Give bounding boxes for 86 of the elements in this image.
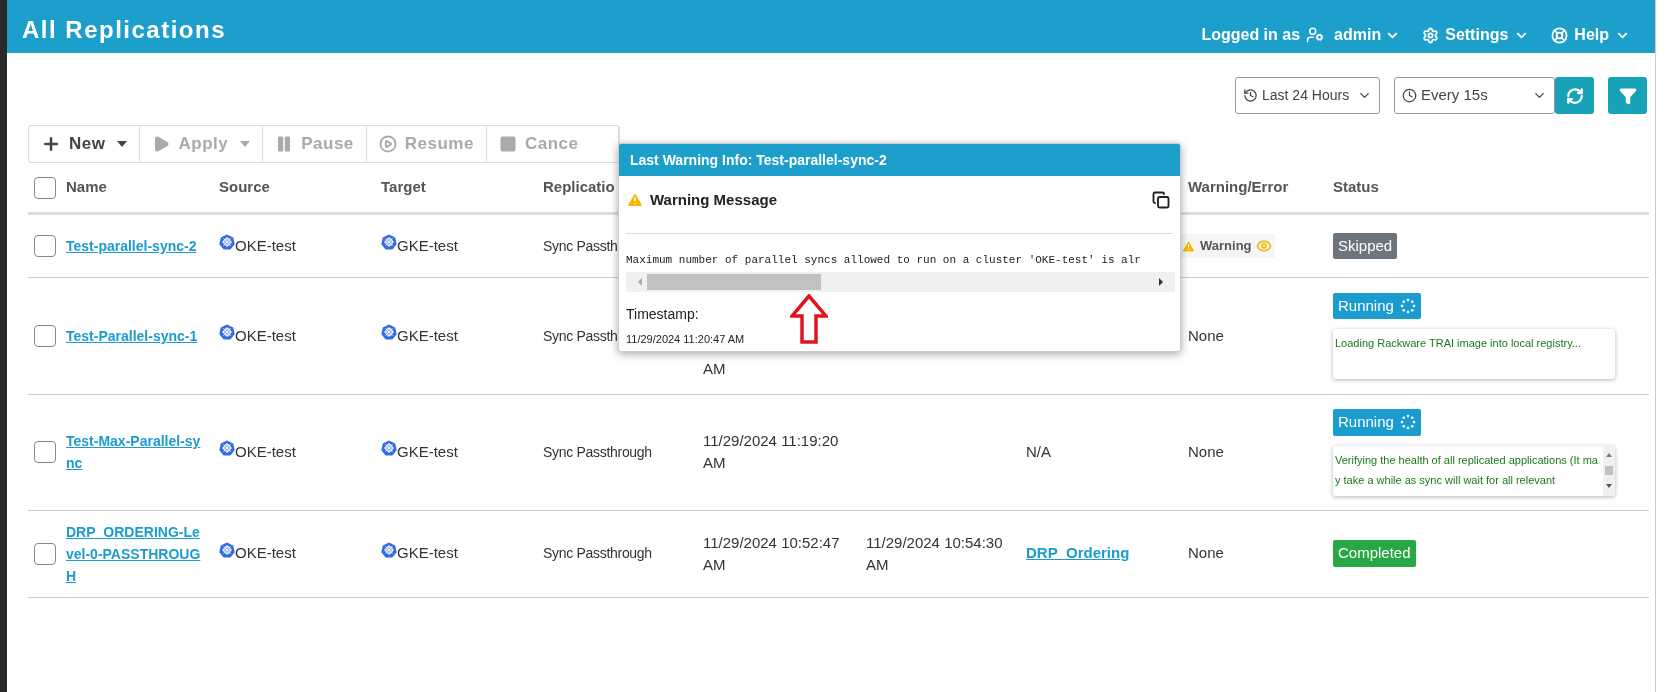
helm-wheel-icon — [219, 324, 235, 340]
filter-icon — [1618, 86, 1637, 105]
timestamp-label: Timestamp: — [626, 305, 700, 324]
column-header: Source — [219, 177, 270, 198]
target-cell-text: GKE-test — [397, 235, 458, 256]
scrollbar — [1603, 445, 1615, 496]
status-badge: Completed — [1333, 540, 1416, 567]
page-title: All Replications — [22, 15, 227, 45]
target-cell-text: GKE-test — [397, 325, 458, 346]
stop-icon — [498, 135, 517, 153]
column-header: Name — [66, 177, 107, 198]
eye-icon — [1255, 238, 1272, 254]
settings-icon — [1422, 26, 1440, 44]
replication-type-cell: Sync Passthrough — [543, 545, 652, 562]
source-cell-text: OKE-test — [235, 235, 296, 256]
status-badge: Skipped — [1333, 232, 1398, 260]
warning-message: Maximum number of parallel syncs allowed to run on a cluster 'OKE-test' is alr — [626, 254, 1141, 266]
status-badge: Running — [1333, 292, 1421, 320]
up-arrow-icon — [790, 294, 828, 344]
filter-button[interactable] — [1608, 77, 1647, 114]
popup-title: Last Warning Info: Test-parallel-sync-2 — [630, 150, 887, 170]
history-icon — [1243, 88, 1258, 103]
replication-link[interactable]: Test-Parallel-sync-1 — [66, 325, 206, 347]
helm-wheel-icon — [381, 440, 397, 457]
clock-icon — [1402, 88, 1417, 103]
spinner-icon — [1399, 414, 1416, 431]
status-badge: Running — [1333, 409, 1421, 436]
user-menu[interactable]: admin — [1334, 23, 1401, 47]
start-time-cell-text: AM — [703, 359, 727, 379]
user-icon — [1306, 26, 1325, 44]
policy-cell: N/A — [1026, 443, 1051, 460]
column-header: Replicatio — [543, 177, 615, 198]
helm-wheel-icon — [381, 234, 397, 250]
status-message: Verifying the health of all replicated applications (It may take a while as sync will wait for all relevant — [1334, 452, 1599, 488]
checkbox[interactable] — [34, 441, 56, 464]
replication-link[interactable]: DRP_ORDERING-Level-0-PASSTHROUGH — [66, 520, 206, 587]
play-circle-icon — [378, 135, 397, 153]
end-time-cell-text: 11/29/2024 10:54:30 AM — [866, 532, 1004, 575]
time-range-select[interactable]: Last 24 Hours — [1235, 77, 1380, 114]
column-header: Warning/Error — [1188, 177, 1289, 198]
helm-wheel-icon — [219, 234, 235, 250]
checkbox[interactable] — [34, 325, 56, 347]
refresh-icon — [1565, 86, 1584, 105]
lifebuoy-icon — [1551, 26, 1569, 44]
target-cell-text: GKE-test — [397, 442, 458, 462]
replication-type-cell: Sync Passthrough — [543, 444, 652, 460]
helm-wheel-icon — [219, 541, 235, 558]
replication-link[interactable]: Test-parallel-sync-2 — [66, 235, 206, 257]
target-cell-text: GKE-test — [397, 543, 458, 564]
logged-in-label: Logged in as — [1201, 25, 1301, 45]
source-cell-text: OKE-test — [235, 543, 296, 564]
replication-type-cell: Sync Passth — [543, 237, 618, 254]
column-header: Target — [381, 177, 426, 198]
plus-icon — [41, 134, 61, 154]
refresh-button[interactable] — [1555, 77, 1594, 114]
settings-menu[interactable]: Settings — [1422, 23, 1530, 47]
column-header: Status — [1333, 177, 1379, 198]
caret-icon — [117, 141, 128, 147]
source-cell-text: OKE-test — [235, 442, 296, 462]
help-menu[interactable]: Help — [1551, 23, 1630, 47]
policy-link[interactable]: DRP_Ordering — [1026, 544, 1130, 562]
spinner-icon — [1399, 298, 1416, 314]
toolbar-button[interactable]: New — [29, 126, 141, 162]
warning-icon — [626, 191, 644, 209]
status-message: Loading Rackware TRAI image into local registry... — [1334, 336, 1582, 352]
timestamp: 11/29/2024 11:20:47 AM — [626, 332, 746, 347]
replication-link[interactable]: Test-Max-Parallel-sync — [66, 430, 206, 475]
checkbox[interactable] — [34, 542, 56, 565]
replication-type-cell: Sync Passth — [543, 327, 618, 344]
start-time-cell-text: 11/29/2024 11:19:20 AM — [703, 431, 840, 474]
popup-heading: Warning Message — [650, 189, 777, 210]
warning-badge[interactable]: Warning — [1178, 234, 1275, 258]
helm-wheel-icon — [219, 440, 235, 457]
start-time-cell-text: 11/29/2024 10:52:47 AM — [703, 532, 841, 575]
helm-wheel-icon — [381, 541, 397, 558]
helm-wheel-icon — [381, 324, 397, 340]
source-cell-text: OKE-test — [235, 325, 296, 346]
warning-cell: None — [1188, 443, 1224, 460]
copy-icon[interactable] — [1152, 191, 1170, 209]
caret-icon — [240, 141, 251, 147]
refresh-interval-select[interactable]: Every 15s — [1394, 77, 1555, 114]
warning-cell: None — [1188, 544, 1224, 562]
warning-cell: None — [1188, 326, 1224, 344]
play-icon — [152, 135, 171, 153]
checkbox[interactable] — [34, 176, 56, 199]
checkbox[interactable] — [34, 235, 56, 257]
